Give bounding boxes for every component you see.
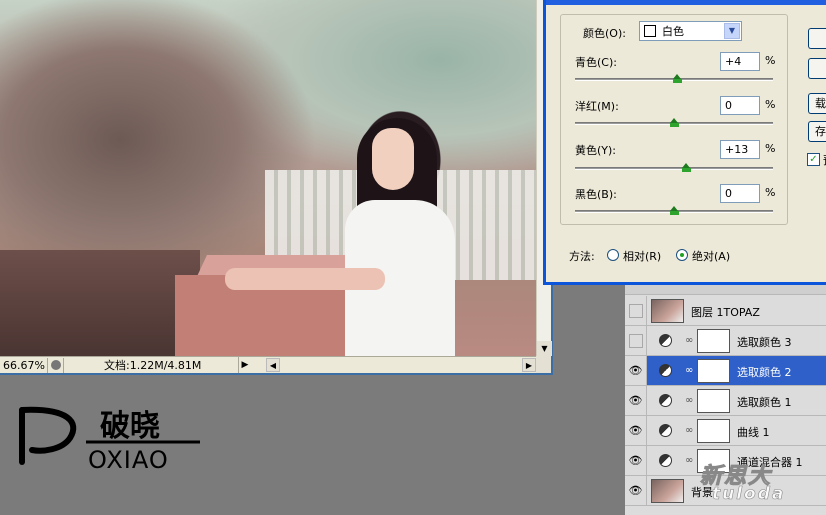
layer-mask-thumbnail[interactable] — [697, 359, 730, 383]
black-unit: % — [765, 186, 776, 199]
eye-icon: 👁 — [628, 484, 643, 497]
yellow-unit: % — [765, 142, 776, 155]
chain-link-icon[interactable]: ∞ — [685, 335, 693, 346]
black-label: 黑色(B): — [575, 188, 617, 201]
layer-row[interactable]: 👁 ∞ 曲线 1 — [625, 416, 826, 446]
zoom-level[interactable]: 66.67% — [0, 357, 48, 373]
visibility-toggle[interactable]: 👁 — [625, 386, 647, 415]
photo-girl-face — [372, 128, 414, 190]
visibility-toggle[interactable] — [625, 296, 647, 325]
layers-panel-top-edge — [625, 285, 826, 295]
poxiao-logo: 破晓 OXIAO — [18, 400, 208, 480]
visibility-toggle[interactable]: 👁 — [625, 446, 647, 475]
black-value-input[interactable]: 0 — [720, 184, 760, 203]
method-relative-radio[interactable] — [607, 249, 619, 261]
logo-latin-text: OXIAO — [88, 446, 169, 474]
status-info-icon[interactable] — [48, 357, 64, 373]
eye-icon: 👁 — [628, 454, 643, 467]
scroll-down-arrow-icon[interactable]: ▼ — [537, 341, 552, 356]
watermark-bottom-text: tuloda — [712, 484, 786, 505]
hidden-eye-box-icon — [628, 333, 643, 348]
tuloda-watermark: 新思大 tuloda — [672, 458, 822, 510]
method-absolute-radio[interactable] — [676, 249, 688, 261]
layer-thumbnail — [651, 299, 684, 323]
eye-icon: 👁 — [628, 424, 643, 437]
yellow-slider-track[interactable] — [575, 167, 773, 170]
adjustment-layer-icon — [659, 394, 672, 407]
layer-name: 选取颜色 1 — [737, 396, 792, 409]
adjustment-layer-icon — [659, 364, 672, 377]
status-menu-arrow-icon[interactable]: ▶ — [239, 360, 251, 370]
yellow-value-input[interactable]: +13 — [720, 140, 760, 159]
magenta-slider-thumb[interactable] — [669, 118, 679, 127]
cancel-button[interactable] — [808, 58, 826, 79]
layer-name: 图层 1TOPAZ — [691, 306, 760, 319]
scroll-right-arrow-icon[interactable]: ▶ — [522, 358, 536, 372]
preview-checkbox[interactable]: ✓ — [807, 153, 820, 166]
cyan-value-input[interactable]: +4 — [720, 52, 760, 71]
visibility-toggle[interactable]: 👁 — [625, 476, 647, 505]
method-relative-label[interactable]: 相对(R) — [623, 248, 661, 264]
photo-canvas[interactable] — [0, 0, 536, 356]
document-size-info: 文档:1.22M/4.81M — [64, 357, 239, 373]
colors-dropdown[interactable]: 白色 ▼ — [639, 21, 742, 41]
chain-link-icon[interactable]: ∞ — [685, 395, 693, 406]
cyan-label: 青色(C): — [575, 56, 617, 69]
layer-mask-thumbnail[interactable] — [697, 389, 730, 413]
magenta-value-input[interactable]: 0 — [720, 96, 760, 115]
chain-link-icon[interactable]: ∞ — [685, 365, 693, 376]
ok-button[interactable] — [808, 28, 826, 49]
adjustment-layer-icon — [659, 454, 672, 467]
eye-icon: 👁 — [628, 394, 643, 407]
photo-ground — [0, 250, 200, 356]
chain-link-icon[interactable]: ∞ — [685, 425, 693, 436]
logo-chinese-text: 破晓 — [100, 409, 160, 444]
layer-row[interactable]: 👁 ∞ 选取颜色 1 — [625, 386, 826, 416]
eye-icon: 👁 — [628, 364, 643, 377]
photo-girl-arm — [225, 268, 385, 290]
document-window: ▼ 66.67% 文档:1.22M/4.81M ▶ ◀ ▶ — [0, 0, 553, 375]
layer-mask-thumbnail[interactable] — [697, 419, 730, 443]
hidden-eye-box-icon — [628, 303, 643, 318]
dialog-title-bar[interactable] — [546, 0, 826, 5]
method-label: 方法: — [569, 250, 595, 263]
yellow-label: 黄色(Y): — [575, 144, 617, 157]
layer-name: 选取颜色 3 — [737, 336, 792, 349]
colors-label: 颜色(O): — [583, 27, 626, 40]
load-button[interactable]: 载 — [808, 93, 826, 114]
visibility-toggle[interactable] — [625, 326, 647, 355]
magenta-unit: % — [765, 98, 776, 111]
colors-dropdown-value: 白色 — [662, 25, 684, 38]
save-button[interactable]: 存 — [808, 121, 826, 142]
layer-name: 曲线 1 — [737, 426, 770, 439]
scroll-left-arrow-icon[interactable]: ◀ — [266, 358, 280, 372]
color-swatch — [644, 25, 656, 37]
visibility-toggle[interactable]: 👁 — [625, 416, 647, 445]
chevron-down-icon[interactable]: ▼ — [724, 23, 740, 39]
scrollbar-corner — [536, 356, 551, 373]
layer-mask-thumbnail[interactable] — [697, 329, 730, 353]
adjustment-layer-icon — [659, 334, 672, 347]
black-slider-thumb[interactable] — [669, 206, 679, 215]
selective-color-dialog: 颜色(O): 白色 ▼ 青色(C): +4 % 洋红(M): 0 % 黄色(Y)… — [543, 0, 826, 285]
visibility-toggle[interactable]: 👁 — [625, 356, 647, 385]
layer-row[interactable]: 图层 1TOPAZ — [625, 296, 826, 326]
magenta-label: 洋红(M): — [575, 100, 619, 113]
yellow-slider-thumb[interactable] — [682, 163, 692, 172]
method-absolute-label[interactable]: 绝对(A) — [692, 248, 730, 264]
cyan-unit: % — [765, 54, 776, 67]
cyan-slider-thumb[interactable] — [673, 74, 683, 83]
adjustment-layer-icon — [659, 424, 672, 437]
layer-row-selected[interactable]: 👁 ∞ 选取颜色 2 — [625, 356, 826, 386]
layer-row[interactable]: ∞ 选取颜色 3 — [625, 326, 826, 356]
layer-name: 选取颜色 2 — [737, 366, 792, 379]
